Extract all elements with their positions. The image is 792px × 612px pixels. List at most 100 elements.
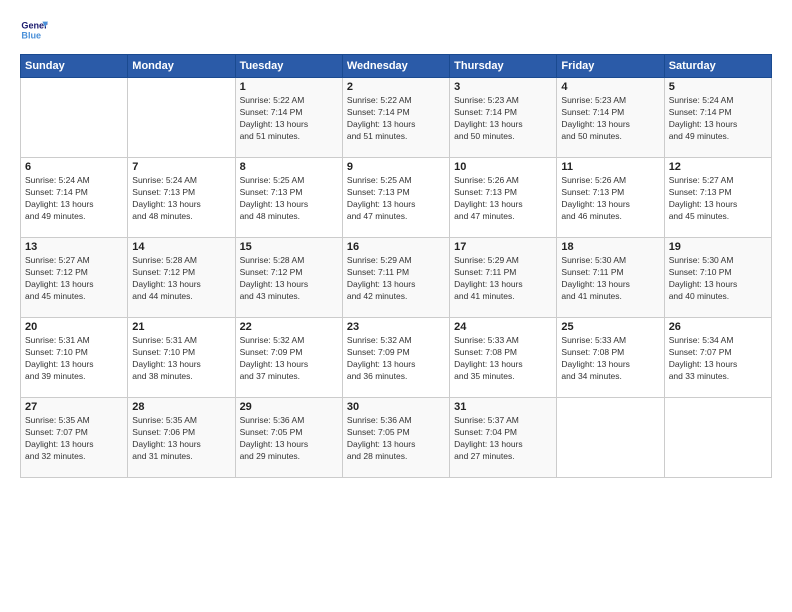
day-number: 2 <box>347 81 445 93</box>
day-cell <box>128 78 235 158</box>
day-cell: 16Sunrise: 5:29 AM Sunset: 7:11 PM Dayli… <box>342 238 449 318</box>
day-info: Sunrise: 5:27 AM Sunset: 7:12 PM Dayligh… <box>25 255 123 303</box>
day-cell: 2 Sunrise: 5:22 AM Sunset: 7:14 PM Daylig… <box>342 78 449 158</box>
col-header-friday: Friday <box>557 55 664 78</box>
week-row-4: 20 Sunrise: 5:31 AM Sunset: 7:10 PM Dayli… <box>21 318 772 398</box>
day-cell: 17 Sunrise: 5:29 AM Sunset: 7:11 PM Dayli… <box>450 238 557 318</box>
day-cell: 4Sunrise: 5:23 AM Sunset: 7:14 PM Daylig… <box>557 78 664 158</box>
week-row-1: 1 Sunrise: 5:22 AM Sunset: 7:14 PM Daylig… <box>21 78 772 158</box>
day-number: 12 <box>669 161 767 173</box>
day-info: Sunrise: 5:28 AM Sunset: 7:12 PM Dayligh… <box>240 255 338 303</box>
day-number: 15 <box>240 241 338 253</box>
col-header-thursday: Thursday <box>450 55 557 78</box>
calendar-page: General Blue SundayMondayTuesdayWednesda… <box>0 0 792 612</box>
day-number: 24 <box>454 321 552 333</box>
day-number: 23 <box>347 321 445 333</box>
day-number: 14 <box>132 241 230 253</box>
day-number: 30 <box>347 401 445 413</box>
col-header-sunday: Sunday <box>21 55 128 78</box>
day-info: Sunrise: 5:25 AM Sunset: 7:13 PM Dayligh… <box>240 175 338 223</box>
day-cell: 23 Sunrise: 5:32 AM Sunset: 7:09 PM Dayli… <box>342 318 449 398</box>
day-info: Sunrise: 5:30 AM Sunset: 7:10 PM Dayligh… <box>669 255 767 303</box>
day-info: Sunrise: 5:22 AM Sunset: 7:14 PM Dayligh… <box>240 95 338 143</box>
day-info: Sunrise: 5:27 AM Sunset: 7:13 PM Dayligh… <box>669 175 767 223</box>
day-cell <box>557 398 664 478</box>
day-info: Sunrise: 5:31 AM Sunset: 7:10 PM Dayligh… <box>132 335 230 383</box>
day-info: Sunrise: 5:35 AM Sunset: 7:07 PM Dayligh… <box>25 415 123 463</box>
day-cell: 31Sunrise: 5:37 AM Sunset: 7:04 PM Dayli… <box>450 398 557 478</box>
day-cell: 19 Sunrise: 5:30 AM Sunset: 7:10 PM Dayli… <box>664 238 771 318</box>
week-row-5: 27 Sunrise: 5:35 AM Sunset: 7:07 PM Dayli… <box>21 398 772 478</box>
day-cell: 25 Sunrise: 5:33 AM Sunset: 7:08 PM Dayli… <box>557 318 664 398</box>
day-number: 21 <box>132 321 230 333</box>
day-info: Sunrise: 5:33 AM Sunset: 7:08 PM Dayligh… <box>561 335 659 383</box>
calendar-table: SundayMondayTuesdayWednesdayThursdayFrid… <box>20 54 772 478</box>
day-info: Sunrise: 5:23 AM Sunset: 7:14 PM Dayligh… <box>454 95 552 143</box>
day-cell <box>21 78 128 158</box>
day-number: 19 <box>669 241 767 253</box>
day-number: 10 <box>454 161 552 173</box>
day-cell: 14Sunrise: 5:28 AM Sunset: 7:12 PM Dayli… <box>128 238 235 318</box>
day-number: 28 <box>132 401 230 413</box>
logo-icon: General Blue <box>20 16 48 44</box>
day-info: Sunrise: 5:31 AM Sunset: 7:10 PM Dayligh… <box>25 335 123 383</box>
day-number: 22 <box>240 321 338 333</box>
day-cell <box>664 398 771 478</box>
day-cell: 20 Sunrise: 5:31 AM Sunset: 7:10 PM Dayli… <box>21 318 128 398</box>
day-cell: 24Sunrise: 5:33 AM Sunset: 7:08 PM Dayli… <box>450 318 557 398</box>
day-cell: 13 Sunrise: 5:27 AM Sunset: 7:12 PM Dayli… <box>21 238 128 318</box>
day-number: 11 <box>561 161 659 173</box>
day-cell: 26 Sunrise: 5:34 AM Sunset: 7:07 PM Dayli… <box>664 318 771 398</box>
day-number: 4 <box>561 81 659 93</box>
day-cell: 6 Sunrise: 5:24 AM Sunset: 7:14 PM Daylig… <box>21 158 128 238</box>
day-cell: 8 Sunrise: 5:25 AM Sunset: 7:13 PM Daylig… <box>235 158 342 238</box>
day-info: Sunrise: 5:36 AM Sunset: 7:05 PM Dayligh… <box>347 415 445 463</box>
week-row-2: 6 Sunrise: 5:24 AM Sunset: 7:14 PM Daylig… <box>21 158 772 238</box>
day-number: 8 <box>240 161 338 173</box>
day-number: 3 <box>454 81 552 93</box>
day-number: 13 <box>25 241 123 253</box>
day-info: Sunrise: 5:24 AM Sunset: 7:14 PM Dayligh… <box>669 95 767 143</box>
day-number: 26 <box>669 321 767 333</box>
day-cell: 11Sunrise: 5:26 AM Sunset: 7:13 PM Dayli… <box>557 158 664 238</box>
day-number: 9 <box>347 161 445 173</box>
day-info: Sunrise: 5:32 AM Sunset: 7:09 PM Dayligh… <box>240 335 338 383</box>
day-info: Sunrise: 5:29 AM Sunset: 7:11 PM Dayligh… <box>347 255 445 303</box>
day-info: Sunrise: 5:35 AM Sunset: 7:06 PM Dayligh… <box>132 415 230 463</box>
day-number: 1 <box>240 81 338 93</box>
day-info: Sunrise: 5:30 AM Sunset: 7:11 PM Dayligh… <box>561 255 659 303</box>
day-cell: 9 Sunrise: 5:25 AM Sunset: 7:13 PM Daylig… <box>342 158 449 238</box>
day-cell: 12 Sunrise: 5:27 AM Sunset: 7:13 PM Dayli… <box>664 158 771 238</box>
day-number: 18 <box>561 241 659 253</box>
day-info: Sunrise: 5:22 AM Sunset: 7:14 PM Dayligh… <box>347 95 445 143</box>
day-number: 25 <box>561 321 659 333</box>
logo: General Blue <box>20 16 48 44</box>
day-info: Sunrise: 5:24 AM Sunset: 7:13 PM Dayligh… <box>132 175 230 223</box>
day-cell: 15 Sunrise: 5:28 AM Sunset: 7:12 PM Dayli… <box>235 238 342 318</box>
day-cell: 30 Sunrise: 5:36 AM Sunset: 7:05 PM Dayli… <box>342 398 449 478</box>
day-info: Sunrise: 5:36 AM Sunset: 7:05 PM Dayligh… <box>240 415 338 463</box>
day-number: 27 <box>25 401 123 413</box>
week-row-3: 13 Sunrise: 5:27 AM Sunset: 7:12 PM Dayli… <box>21 238 772 318</box>
day-info: Sunrise: 5:24 AM Sunset: 7:14 PM Dayligh… <box>25 175 123 223</box>
day-number: 6 <box>25 161 123 173</box>
day-cell: 1 Sunrise: 5:22 AM Sunset: 7:14 PM Daylig… <box>235 78 342 158</box>
day-info: Sunrise: 5:25 AM Sunset: 7:13 PM Dayligh… <box>347 175 445 223</box>
col-header-saturday: Saturday <box>664 55 771 78</box>
day-info: Sunrise: 5:34 AM Sunset: 7:07 PM Dayligh… <box>669 335 767 383</box>
day-cell: 10Sunrise: 5:26 AM Sunset: 7:13 PM Dayli… <box>450 158 557 238</box>
day-number: 29 <box>240 401 338 413</box>
day-cell: 29 Sunrise: 5:36 AM Sunset: 7:05 PM Dayli… <box>235 398 342 478</box>
day-info: Sunrise: 5:29 AM Sunset: 7:11 PM Dayligh… <box>454 255 552 303</box>
header: General Blue <box>20 16 772 44</box>
day-number: 7 <box>132 161 230 173</box>
day-number: 20 <box>25 321 123 333</box>
day-cell: 3 Sunrise: 5:23 AM Sunset: 7:14 PM Daylig… <box>450 78 557 158</box>
day-cell: 5Sunrise: 5:24 AM Sunset: 7:14 PM Daylig… <box>664 78 771 158</box>
day-cell: 18 Sunrise: 5:30 AM Sunset: 7:11 PM Dayli… <box>557 238 664 318</box>
calendar-header-row: SundayMondayTuesdayWednesdayThursdayFrid… <box>21 55 772 78</box>
day-number: 17 <box>454 241 552 253</box>
day-cell: 28 Sunrise: 5:35 AM Sunset: 7:06 PM Dayli… <box>128 398 235 478</box>
day-info: Sunrise: 5:32 AM Sunset: 7:09 PM Dayligh… <box>347 335 445 383</box>
col-header-tuesday: Tuesday <box>235 55 342 78</box>
